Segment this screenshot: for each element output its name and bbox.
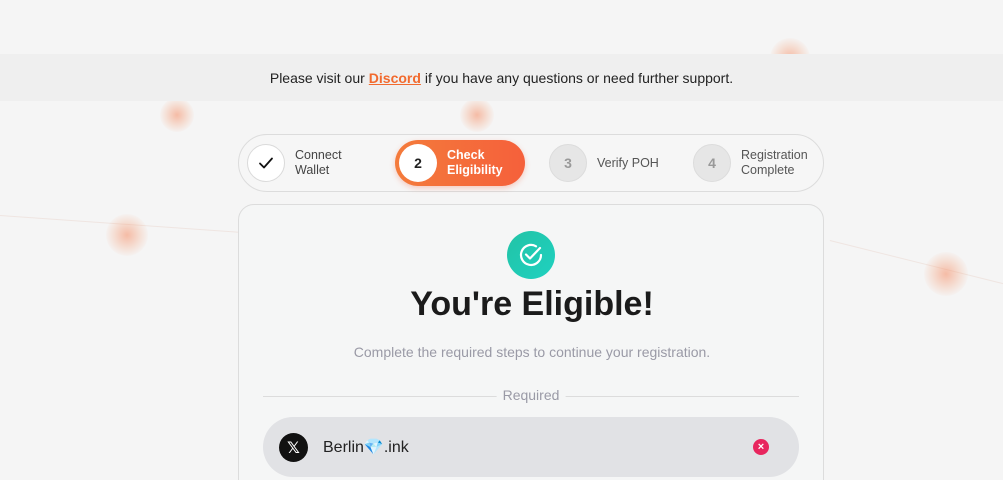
error-icon: × [753,439,769,455]
required-divider: Required [263,387,799,407]
step-verify-poh: 3 Verify POH [549,140,659,186]
background-node [160,98,194,132]
step-connect-wallet: Connect Wallet [247,140,342,186]
step-label: Check Eligibility [447,148,503,177]
step-label: Verify POH [597,155,659,170]
step-label: Connect Wallet [295,148,342,177]
eligibility-card: You're Eligible! Complete the required s… [238,204,824,480]
step-registration-complete: 4 Registration Complete [693,140,808,186]
check-icon [259,157,273,169]
banner-text-prefix: Please visit our [269,69,365,86]
step-number: 3 [549,144,587,182]
step-check-eligibility: 2 Check Eligibility [395,140,525,186]
background-node [106,214,148,256]
support-banner: Please visit our Discord if you have any… [0,54,1003,101]
step-circle [247,144,285,182]
background-node [460,98,494,132]
banner-text-suffix: if you have any questions or need furthe… [424,69,734,86]
step-label: Registration Complete [741,148,808,177]
step-number: 4 [693,144,731,182]
step-number: 2 [399,144,437,182]
discord-link[interactable]: Discord [369,70,421,86]
check-circle-icon [507,231,555,279]
page-subtitle: Complete the required steps to continue … [353,344,711,360]
x-logo-icon: 𝕏 [279,433,308,462]
task-x-account[interactable]: 𝕏 Berlin💎.ink × [263,417,799,477]
page-title: You're Eligible! [410,285,654,323]
background-network-line [829,240,1003,285]
account-handle: Berlin💎.ink [323,439,409,456]
background-node [924,252,968,296]
registration-stepper: Connect Wallet 2 Check Eligibility 3 Ver… [238,134,824,192]
required-label: Required [496,387,566,403]
